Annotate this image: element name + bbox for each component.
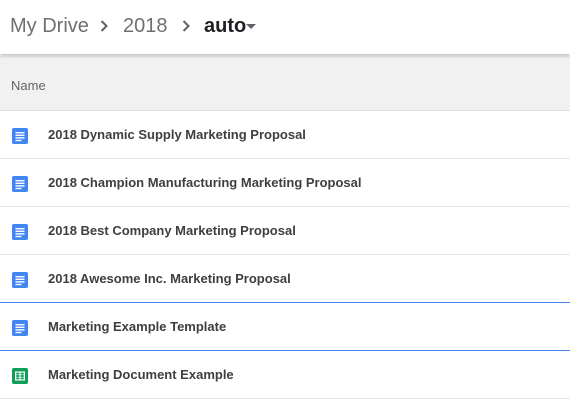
file-name: Marketing Document Example [48, 367, 234, 382]
breadcrumb-my-drive[interactable]: My Drive [10, 13, 89, 39]
file-name: 2018 Best Company Marketing Proposal [48, 223, 296, 238]
caret-down-icon[interactable] [246, 24, 256, 29]
breadcrumb-2018[interactable]: 2018 [123, 13, 168, 39]
google-docs-icon [12, 176, 28, 192]
list-column-header: Name [0, 56, 570, 111]
chevron-right-icon [182, 20, 190, 32]
file-row[interactable]: 2018 Champion Manufacturing Marketing Pr… [0, 159, 570, 207]
google-docs-icon [12, 320, 28, 336]
file-row[interactable]: Marketing Document Example [0, 351, 570, 399]
file-row[interactable]: 2018 Best Company Marketing Proposal [0, 207, 570, 255]
chevron-right-icon [100, 20, 108, 32]
breadcrumb: My Drive 2018 auto [0, 0, 570, 54]
file-name: 2018 Champion Manufacturing Marketing Pr… [48, 175, 362, 190]
file-row-selected[interactable]: Marketing Example Template [0, 303, 570, 351]
breadcrumb-current-folder[interactable]: auto [204, 13, 246, 39]
google-docs-icon [12, 272, 28, 288]
drive-file-browser: My Drive 2018 auto Name 2018 Dynamic Sup… [0, 0, 570, 405]
column-header-name[interactable]: Name [11, 78, 46, 94]
file-name: 2018 Awesome Inc. Marketing Proposal [48, 271, 291, 286]
file-row[interactable]: 2018 Dynamic Supply Marketing Proposal [0, 111, 570, 159]
google-sheets-icon [12, 368, 28, 384]
file-name: 2018 Dynamic Supply Marketing Proposal [48, 127, 306, 142]
file-name: Marketing Example Template [48, 319, 227, 334]
google-docs-icon [12, 224, 28, 240]
google-docs-icon [12, 128, 28, 144]
file-row[interactable]: 2018 Awesome Inc. Marketing Proposal [0, 255, 570, 303]
